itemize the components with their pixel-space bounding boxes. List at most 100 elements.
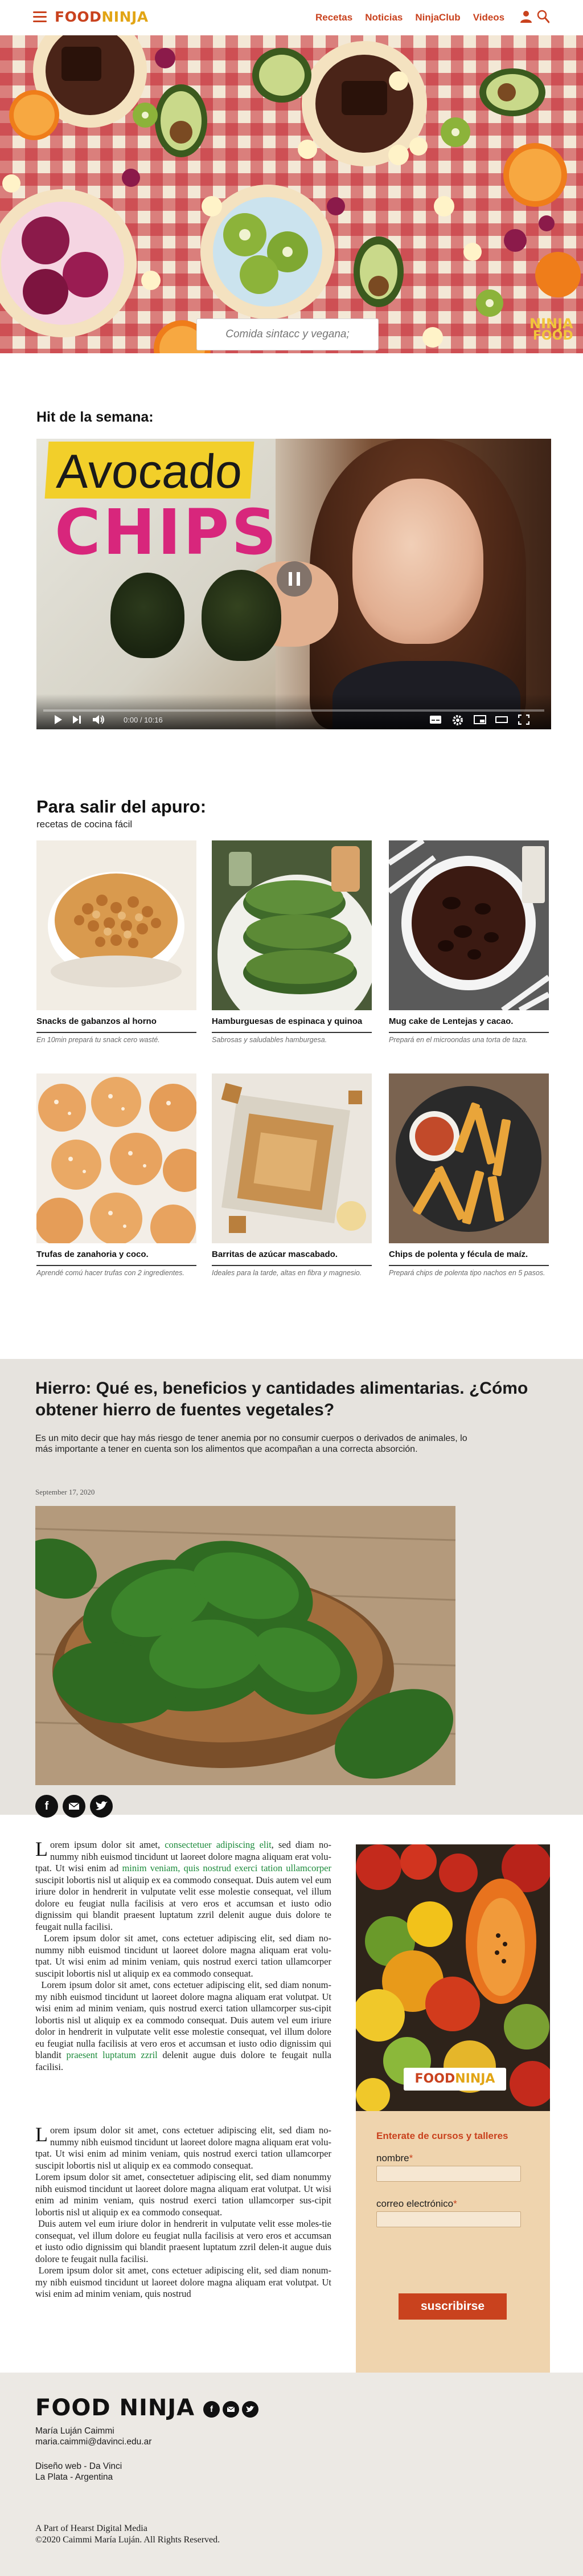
sidebar-produce-photo: FOODNINJA (356, 1844, 550, 2111)
recipe-divider (212, 1265, 372, 1266)
article-body-part2: Lorem ipsum dolor sit amet, cons ectetue… (35, 2123, 332, 2300)
recipe-card[interactable]: Chips de polenta y fécula de maíz. Prepa… (389, 1073, 549, 1277)
video-time-readout: 0:00 / 10:16 (124, 716, 163, 724)
inline-link[interactable]: praesent luptatum zzril (66, 2050, 157, 2060)
share-twitter-icon[interactable] (90, 1795, 113, 1818)
subscribe-button[interactable]: suscribirse (399, 2293, 507, 2320)
footer-copyright: ©2020 Caimmi María Luján. All Rights Res… (35, 2535, 220, 2545)
recipe-description: Prepará en el microondas una torta de ta… (389, 1036, 528, 1044)
footer-author: María Luján Caimmi (35, 2426, 114, 2436)
play-icon[interactable] (54, 715, 63, 725)
recipe-title[interactable]: Trufas de zanahoria y coco. (36, 1249, 196, 1260)
share-facebook-icon[interactable]: f (35, 1795, 58, 1818)
recipe-card[interactable]: Barritas de azúcar mascabado. Ideales pa… (212, 1073, 372, 1277)
email-input[interactable] (376, 2211, 521, 2227)
fullscreen-icon[interactable] (518, 715, 529, 725)
hero-search-input[interactable] (196, 319, 379, 350)
recipe-divider (36, 1265, 196, 1266)
newsletter-heading: Enterate de cursos y talleres (376, 2130, 508, 2141)
footer-email[interactable]: maria.caimmi@davinci.edu.ar (35, 2437, 151, 2447)
article-photo-spinach (35, 1506, 455, 1785)
name-label-text: nombre (376, 2153, 409, 2163)
video-progress-bar[interactable] (43, 709, 544, 712)
recipe-divider (389, 1265, 549, 1266)
video-controls-bar: 0:00 / 10:16 (36, 694, 551, 729)
recipe-card[interactable]: Mug cake de Lentejas y cacao. Prepará en… (389, 840, 549, 1044)
recipe-description: Sabrosas y saludables hamburgesa. (212, 1036, 327, 1044)
settings-gear-icon[interactable] (452, 715, 463, 726)
nav-link-videos[interactable]: Videos (473, 11, 504, 24)
hero-banner: NINJA FOOD (0, 35, 583, 353)
recipe-title[interactable]: Hamburguesas de espinaca y quinoa (212, 1016, 372, 1027)
design-label: Diseño web (35, 2461, 81, 2471)
subtitles-icon[interactable] (429, 715, 442, 725)
recipe-photo-truffles[interactable] (36, 1073, 196, 1243)
avocado-right (202, 570, 281, 661)
video-overlay-title-line1: Avocado (44, 442, 254, 499)
recipe-photo-polenta[interactable] (389, 1073, 549, 1243)
video-time-current: 0:00 (124, 716, 138, 724)
site-logo[interactable]: FOODNINJA (55, 9, 149, 26)
footer-facebook-icon[interactable]: f (203, 2401, 220, 2418)
theater-mode-icon[interactable] (495, 715, 508, 725)
pause-icon[interactable] (277, 561, 312, 597)
featured-video-player[interactable]: Avocado CHIPS 0:00 / 10:16 (36, 439, 551, 729)
article-paragraph-3: Lorem ipsum dolor sit amet, cons ectetue… (35, 1979, 331, 2073)
video-overlay-title-line2: CHIPS (55, 496, 279, 569)
recipe-card[interactable]: Hamburguesas de espinaca y quinoa Sabros… (212, 840, 372, 1044)
paragraph-text: Duis autem vel eum iriure dolor in hendr… (35, 2218, 332, 2264)
paragraph-text: Lorem ipsum dolor sit amet, cons ectetue… (35, 2265, 332, 2299)
footer-email-icon[interactable] (223, 2401, 239, 2418)
footer-logo[interactable]: FOOD NINJA (35, 2394, 195, 2422)
footer-design-credit: Diseño web - Da Vinci (35, 2461, 122, 2472)
dropcap: L (35, 2123, 48, 2146)
top-navbar: FOODNINJA Recetas Noticias NinjaClub Vid… (0, 0, 583, 35)
hero-badge-line1: NINJA (529, 316, 573, 332)
paragraph-text: suscipit lobortis nisl ut aliquip ex ea … (35, 1874, 331, 1932)
nav-link-noticias[interactable]: Noticias (365, 11, 403, 24)
recipe-title[interactable]: Snacks de gabanzos al horno (36, 1016, 196, 1027)
article-paragraph-5: Lorem ipsum dolor sit amet, consectetuer… (35, 2171, 331, 2218)
sidebar-logo: FOODNINJA (404, 2068, 506, 2091)
email-label-text: correo electrónico (376, 2198, 454, 2209)
footer-twitter-icon[interactable] (242, 2401, 258, 2418)
inline-link[interactable]: minim veniam, quis nostrud exerci tation… (122, 1863, 331, 1873)
user-icon[interactable] (520, 10, 532, 23)
recipe-photo-burgers[interactable] (212, 840, 372, 1010)
site-footer: FOOD NINJA f María Luján Caimmi maria.ca… (0, 2373, 583, 2576)
recipe-photo-mugcake[interactable] (389, 840, 549, 1010)
article-title: Hierro: Qué es, beneficios y cantidades … (35, 1379, 528, 1419)
recipe-description: Ideales para la tarde, altas en fibra y … (212, 1269, 362, 1277)
dropcap: L (35, 1838, 48, 1860)
design-value: - Da Vinci (81, 2461, 122, 2471)
recipe-title[interactable]: Chips de polenta y fécula de maíz. (389, 1249, 549, 1260)
recipe-title[interactable]: Barritas de azúcar mascabado. (212, 1249, 372, 1260)
article-paragraph-4: Lorem ipsum dolor sit amet, cons ectetue… (35, 2123, 331, 2171)
volume-icon[interactable] (92, 715, 106, 725)
main-nav: Recetas Noticias NinjaClub Videos (315, 11, 504, 24)
required-mark: * (409, 2153, 413, 2163)
recipe-card[interactable]: Snacks de gabanzos al horno En 10min pre… (36, 840, 196, 1044)
recipes-heading: Para salir del apuro: (36, 797, 207, 817)
name-field-label: nombre* (376, 2153, 413, 2164)
recipe-photo-bars[interactable] (212, 1073, 372, 1243)
article-paragraph-6: Duis autem vel eum iriure dolor in hendr… (35, 2218, 331, 2265)
recipe-title[interactable]: Mug cake de Lentejas y cacao. (389, 1016, 549, 1027)
search-icon[interactable] (537, 10, 549, 23)
recipe-photo-chickpeas[interactable] (36, 840, 196, 1010)
miniplayer-icon[interactable] (474, 715, 486, 725)
nav-link-recetas[interactable]: Recetas (315, 11, 352, 24)
recipe-card[interactable]: Trufas de zanahoria y coco. Aprendé comú… (36, 1073, 196, 1277)
next-icon[interactable] (72, 715, 82, 725)
footer-media-line: A Part of Hearst Digital Media (35, 2524, 147, 2533)
video-time-total: 10:16 (144, 716, 163, 724)
paragraph-text: Lorem ipsum dolor sit amet, consectetuer… (35, 2171, 331, 2218)
nav-link-ninjaclub[interactable]: NinjaClub (415, 11, 460, 24)
sidebar-logo-ninja: NINJA (455, 2072, 495, 2086)
hamburger-menu-icon[interactable] (33, 11, 47, 23)
name-input[interactable] (376, 2166, 521, 2182)
share-email-icon[interactable] (63, 1795, 85, 1818)
inline-link[interactable]: consectetuer adipiscing elit (165, 1839, 271, 1850)
article-lead: Es un mito decir que hay más riesgo de t… (35, 1434, 467, 1454)
recipe-divider (389, 1032, 549, 1033)
